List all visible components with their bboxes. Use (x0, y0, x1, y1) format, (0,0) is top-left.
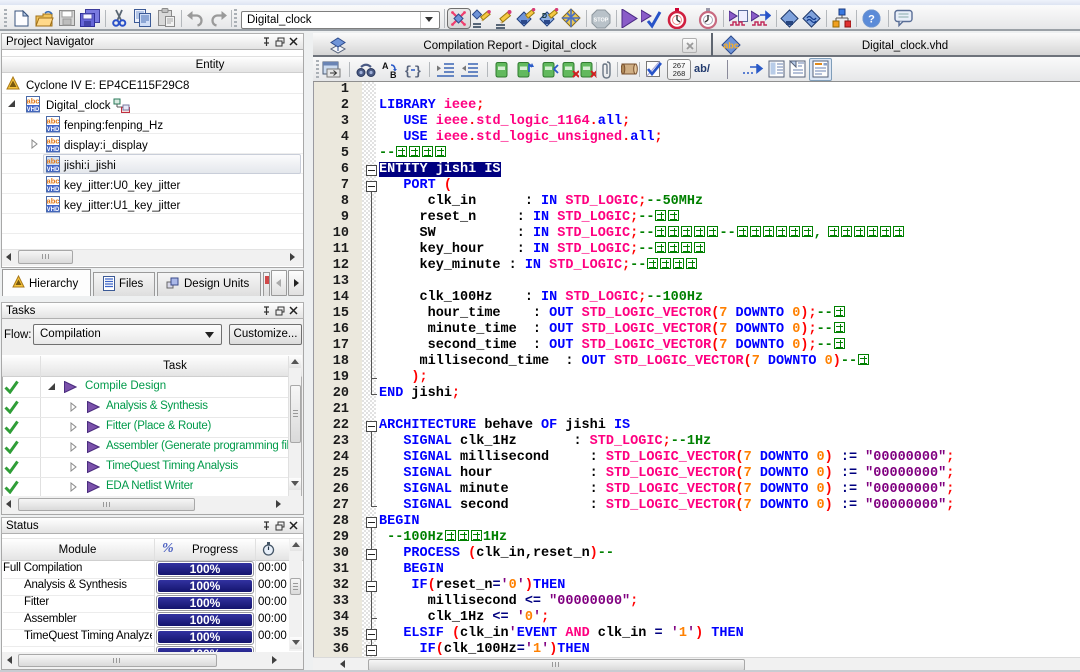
svg-text:STOP: STOP (594, 18, 609, 24)
svg-text:}: } (414, 64, 422, 79)
svg-text:D: D (542, 13, 547, 20)
svg-text:abc: abc (47, 137, 60, 146)
svg-text:VHD: VHD (27, 107, 40, 113)
svg-text:VHD: VHD (47, 167, 60, 173)
svg-text:VHD: VHD (47, 127, 60, 133)
svg-text:B: B (390, 70, 397, 80)
svg-text:{: { (404, 64, 412, 79)
svg-text:?: ? (868, 14, 875, 26)
svg-text:abc: abc (47, 197, 60, 206)
svg-text:abc: abc (723, 41, 739, 51)
svg-text:abc: abc (47, 177, 60, 186)
svg-text:VHD: VHD (47, 147, 60, 153)
svg-text:A: A (382, 61, 389, 71)
svg-text:VHD: VHD (47, 187, 60, 193)
svg-text:VHD: VHD (47, 207, 60, 213)
svg-text:abc: abc (47, 157, 60, 166)
svg-text:abc: abc (27, 97, 40, 106)
svg-text:abc: abc (47, 117, 60, 126)
